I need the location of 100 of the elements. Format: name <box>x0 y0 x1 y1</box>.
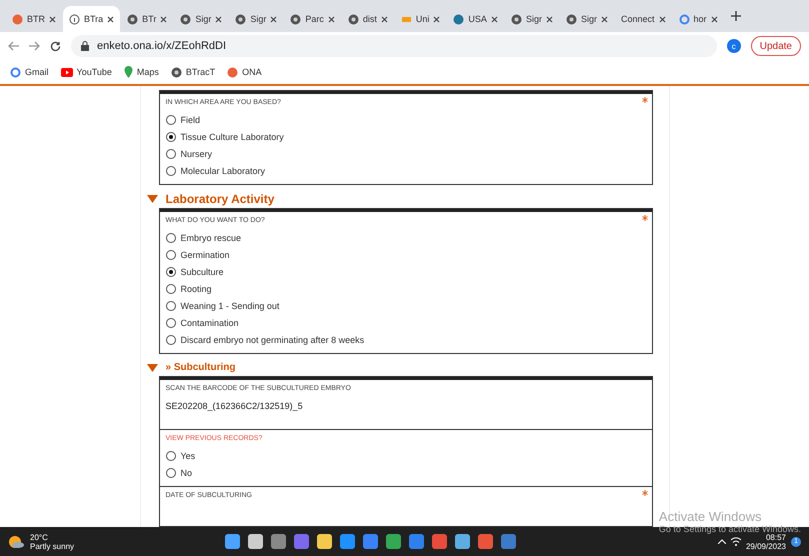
browser-tab[interactable]: USA <box>447 6 504 32</box>
browser-tab[interactable]: BTr <box>121 6 174 32</box>
radio-option[interactable]: Molecular Laboratory <box>166 164 646 178</box>
app-icon[interactable] <box>339 533 356 550</box>
browser-tab[interactable]: BTR <box>6 6 62 32</box>
tab-title: Sigr <box>195 14 212 24</box>
radio-option[interactable]: No <box>166 466 646 480</box>
weather-icon <box>8 534 24 548</box>
app-icon[interactable] <box>270 533 288 550</box>
close-icon[interactable] <box>433 16 440 22</box>
radio-button[interactable] <box>166 132 176 142</box>
app-icon[interactable] <box>385 533 402 550</box>
radio-option[interactable]: Germination <box>166 248 646 262</box>
browser-tab[interactable]: Sigr <box>229 6 284 32</box>
app-icon[interactable] <box>454 533 472 550</box>
close-icon[interactable] <box>270 16 278 22</box>
update-button[interactable]: Update <box>750 36 801 56</box>
radio-option[interactable]: Contamination <box>166 316 646 330</box>
close-icon[interactable] <box>710 16 718 22</box>
radio-button[interactable] <box>166 284 176 294</box>
asterisk-icon <box>642 490 648 496</box>
wifi-icon[interactable] <box>730 537 741 546</box>
radio-option[interactable]: Tissue Culture Laboratory <box>166 130 646 144</box>
app-icon[interactable] <box>477 533 494 550</box>
new-tab-icon[interactable] <box>730 11 741 21</box>
radio-button[interactable] <box>166 115 176 125</box>
app-icon[interactable] <box>431 533 448 550</box>
address-bar[interactable]: enketo.ona.io/x/ZEohRdDI <box>71 35 717 57</box>
browser-tab[interactable]: BTra <box>63 6 120 32</box>
section-heading[interactable]: » Subculturing <box>166 362 236 374</box>
radio-option[interactable]: Field <box>166 113 646 127</box>
forward-icon[interactable] <box>29 41 40 51</box>
app-icon[interactable] <box>316 533 334 550</box>
globe-icon <box>566 14 577 24</box>
close-icon[interactable] <box>107 16 114 22</box>
browser-tab[interactable]: Sigr <box>504 6 559 32</box>
close-icon[interactable] <box>380 16 388 22</box>
radio-option[interactable]: Discard embryo not germinating after 8 weeks <box>166 332 646 346</box>
chevron-icon[interactable] <box>718 539 726 544</box>
close-icon[interactable] <box>546 16 553 22</box>
browser-tab[interactable]: Sigr <box>174 6 228 32</box>
bookmark-link[interactable]: Maps <box>124 66 159 78</box>
circle-icon <box>12 14 23 24</box>
radio-button[interactable] <box>166 318 176 328</box>
tab-title: Sigr <box>526 14 542 24</box>
browser-tab[interactable]: dist <box>342 6 394 32</box>
radio-button[interactable] <box>166 250 176 260</box>
close-icon[interactable] <box>160 16 168 22</box>
radio-button[interactable] <box>166 166 176 176</box>
radio-button[interactable] <box>166 451 176 461</box>
bookmark-link[interactable]: BTracT <box>170 66 216 78</box>
close-icon[interactable] <box>658 16 666 22</box>
browser-tab[interactable]: hor <box>672 6 724 32</box>
tab-title: dist <box>362 14 377 24</box>
radio-button[interactable] <box>166 334 176 344</box>
globe-icon <box>127 14 138 24</box>
globe-icon <box>170 66 182 78</box>
radio-option[interactable]: Embryo rescue <box>166 230 646 244</box>
app-icon[interactable] <box>247 533 264 550</box>
close-icon[interactable] <box>328 16 335 22</box>
close-icon[interactable] <box>49 16 56 22</box>
radio-option[interactable]: Subculture <box>166 264 646 278</box>
globe-icon <box>510 14 522 24</box>
radio-option[interactable]: Yes <box>166 449 646 463</box>
radio-option[interactable]: Nursery <box>166 147 646 161</box>
radio-button[interactable] <box>166 232 176 242</box>
caret-icon[interactable] <box>146 195 158 204</box>
radio-button[interactable] <box>166 300 176 310</box>
radio-button[interactable] <box>166 266 176 276</box>
radio-button[interactable] <box>166 149 176 159</box>
radio-option[interactable]: Rooting <box>166 282 646 296</box>
globe-icon <box>235 14 246 24</box>
close-icon[interactable] <box>215 16 222 22</box>
bookmark-link[interactable]: Gmail <box>10 66 49 78</box>
info-icon <box>69 14 80 24</box>
app-icon[interactable] <box>224 533 242 550</box>
browser-tab[interactable]: Uni <box>394 6 446 32</box>
asterisk-icon <box>642 214 648 220</box>
circle-icon <box>227 66 238 78</box>
tab-title: Parc <box>305 14 324 24</box>
radio-option[interactable]: Weaning 1 - Sending out <box>166 298 646 312</box>
caret-icon[interactable] <box>146 364 158 372</box>
bookmark-link[interactable]: YouTube <box>60 67 112 77</box>
app-icon[interactable] <box>362 533 380 550</box>
reload-icon[interactable] <box>50 40 61 52</box>
close-icon[interactable] <box>600 16 608 22</box>
app-icon[interactable] <box>408 533 426 550</box>
close-icon[interactable] <box>490 16 498 22</box>
section-heading[interactable]: Laboratory Activity <box>166 192 274 206</box>
radio-button[interactable] <box>166 468 176 478</box>
tab-title: Connect <box>620 14 654 24</box>
bookmark-link[interactable]: ONA <box>227 66 262 78</box>
url-text: enketo.ona.io/x/ZEohRdDI <box>97 40 226 52</box>
text-field[interactable]: SE202208_(162366C2/132519)_5 <box>166 399 646 423</box>
browser-tab[interactable]: Connect <box>614 6 672 32</box>
browser-tab[interactable]: Sigr <box>560 6 614 32</box>
activation-subtitle: Go to Settings to activate Windows. <box>658 524 801 534</box>
browser-tab[interactable]: Parc <box>284 6 341 32</box>
back-icon[interactable] <box>8 41 19 51</box>
profile-avatar[interactable]: c <box>726 39 741 53</box>
